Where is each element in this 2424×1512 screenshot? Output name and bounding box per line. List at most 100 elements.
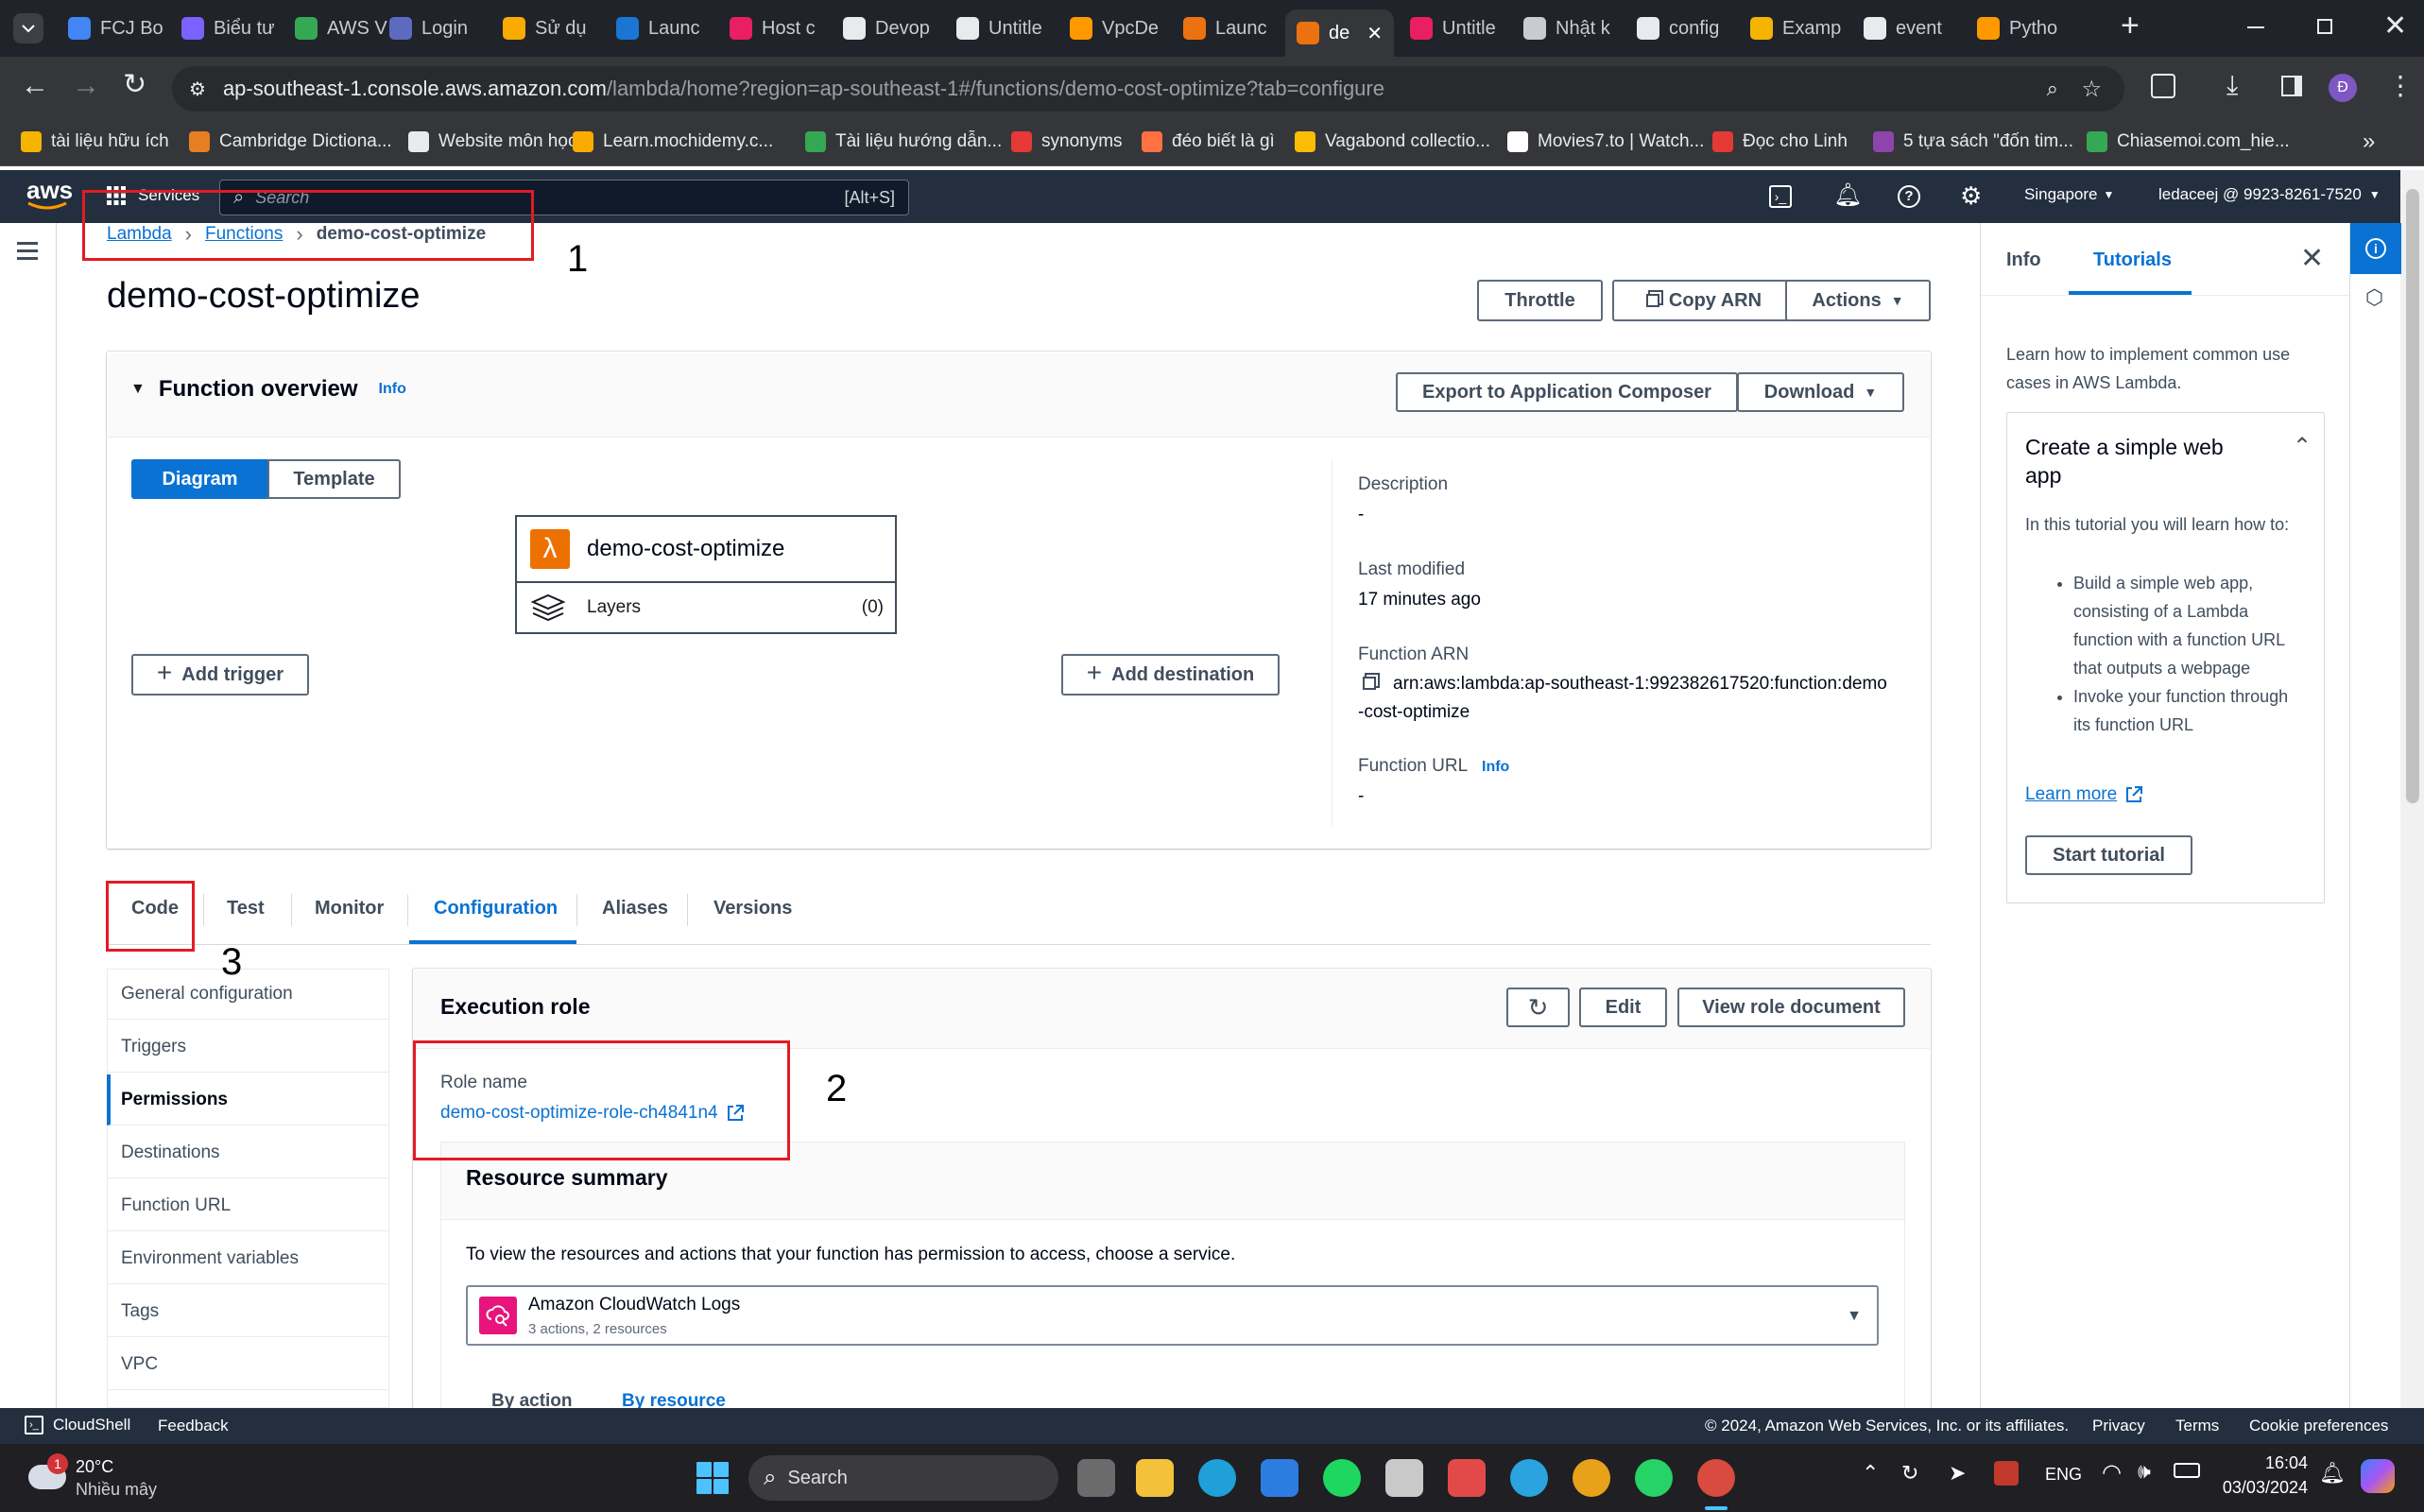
- reader-icon[interactable]: [1385, 1459, 1423, 1497]
- browser-tab[interactable]: Host c: [718, 9, 827, 47]
- info-rail-button[interactable]: i: [2350, 223, 2401, 274]
- download-button[interactable]: Download ▼: [1737, 372, 1904, 412]
- bookmark-item[interactable]: tài liệu hữu ích: [21, 131, 169, 152]
- overview-heading[interactable]: ▼ Function overview Info: [130, 376, 406, 403]
- browser-tab[interactable]: Launc: [605, 9, 713, 47]
- store-icon[interactable]: [1261, 1459, 1298, 1497]
- taskbar-search[interactable]: ⌕ Search: [748, 1455, 1058, 1501]
- address-bar[interactable]: ⚙ ap-southeast-1.console.aws.amazon.com/…: [172, 66, 2124, 112]
- more-bookmarks-icon[interactable]: »: [2363, 129, 2375, 155]
- scrollbar-thumb[interactable]: [2406, 189, 2419, 803]
- close-tab-icon[interactable]: ✕: [1367, 22, 1383, 45]
- downloads-icon[interactable]: ⤓: [2226, 70, 2238, 101]
- config-nav-item[interactable]: Destinations: [107, 1127, 388, 1178]
- browser-tab[interactable]: Examp: [1739, 9, 1848, 47]
- notification-bell-icon[interactable]: 🔔︎: [2319, 1461, 2346, 1486]
- help-close-icon[interactable]: ✕: [2300, 242, 2324, 275]
- wifi-icon[interactable]: ◠: [2102, 1459, 2122, 1486]
- bookmark-item[interactable]: synonyms: [1011, 131, 1123, 152]
- help-tab-tutorials[interactable]: Tutorials: [2093, 249, 2172, 271]
- browser-menu-icon[interactable]: ⋮: [2387, 70, 2414, 101]
- browser-tab[interactable]: Devop: [832, 9, 940, 47]
- close-window-button[interactable]: ✕: [2383, 9, 2407, 43]
- config-nav-item[interactable]: Tags: [107, 1286, 388, 1337]
- tab-configuration[interactable]: Configuration: [434, 898, 558, 919]
- minimize-button[interactable]: [2247, 26, 2264, 28]
- copy-arn-button[interactable]: Copy ARN: [1612, 280, 1796, 321]
- bookmark-item[interactable]: Learn.mochidemy.c...: [573, 131, 773, 152]
- tray-sync-icon[interactable]: ↻: [1901, 1461, 1918, 1486]
- browser-tab[interactable]: Sử dụ: [491, 9, 600, 47]
- tab-test[interactable]: Test: [227, 898, 265, 919]
- task-view-icon[interactable]: [1077, 1459, 1115, 1497]
- tab-monitor[interactable]: Monitor: [315, 898, 384, 919]
- export-composer-button[interactable]: Export to Application Composer: [1396, 372, 1738, 412]
- hexagon-icon[interactable]: ⬡: [2365, 285, 2383, 310]
- site-info-icon[interactable]: ⚙: [189, 77, 206, 101]
- bookmark-star-icon[interactable]: ☆: [2081, 76, 2102, 103]
- battery-icon[interactable]: [2174, 1463, 2200, 1478]
- volume-icon[interactable]: 🕪︎: [2138, 1459, 2151, 1484]
- cloudshell-icon[interactable]: ›_: [1769, 185, 1792, 208]
- settings-gear-icon[interactable]: ⚙: [1960, 181, 1982, 211]
- bookmark-item[interactable]: Website môn học: [408, 131, 576, 152]
- template-toggle[interactable]: Template: [267, 459, 401, 499]
- browser-tab[interactable]: Launc: [1172, 9, 1281, 47]
- edge-icon[interactable]: [1198, 1459, 1236, 1497]
- extensions-icon[interactable]: [2151, 74, 2175, 98]
- bookmark-item[interactable]: Chiasemoi.com_hie...: [2087, 131, 2290, 152]
- browser-tab[interactable]: event: [1852, 9, 1961, 47]
- throttle-button[interactable]: Throttle: [1477, 280, 1603, 321]
- aws-logo[interactable]: aws: [26, 176, 73, 211]
- browser-tab[interactable]: Untitle: [1399, 9, 1507, 47]
- browser-tab[interactable]: Login: [378, 9, 487, 47]
- spotify-icon[interactable]: [1323, 1459, 1361, 1497]
- copilot-icon[interactable]: [2361, 1459, 2395, 1493]
- start-tutorial-button[interactable]: Start tutorial: [2025, 835, 2192, 875]
- weather-widget[interactable]: 1 20°C Nhiều mây: [28, 1453, 170, 1503]
- config-nav-item[interactable]: VPC: [107, 1339, 388, 1390]
- browser-tab[interactable]: Nhật k: [1512, 9, 1621, 47]
- overview-info-link[interactable]: Info: [379, 381, 406, 398]
- forward-icon[interactable]: →: [72, 70, 100, 102]
- service-select[interactable]: Amazon CloudWatch Logs 3 actions, 2 reso…: [466, 1285, 1879, 1346]
- config-nav-item[interactable]: Environment variables: [107, 1233, 388, 1284]
- side-panel-icon[interactable]: [2281, 76, 2302, 96]
- language-indicator[interactable]: ENG: [2045, 1465, 2082, 1485]
- browser-tab[interactable]: FCJ Bo: [57, 9, 165, 47]
- browser-tab[interactable]: config: [1625, 9, 1734, 47]
- profile-avatar[interactable]: Đ: [2329, 74, 2357, 102]
- config-nav-item[interactable]: General configuration: [107, 969, 388, 1020]
- cloudshell-footer-link[interactable]: ›_ CloudShell: [25, 1416, 130, 1435]
- add-trigger-button[interactable]: + Add trigger: [131, 654, 309, 696]
- tab-versions[interactable]: Versions: [713, 898, 792, 919]
- tray-telegram-icon[interactable]: ➤: [1949, 1461, 1966, 1486]
- edit-role-button[interactable]: Edit: [1579, 988, 1667, 1027]
- chrome-icon[interactable]: [1573, 1459, 1610, 1497]
- copy-arn-icon[interactable]: [1363, 677, 1376, 690]
- browser-tab[interactable]: VpcDe: [1058, 9, 1167, 47]
- help-tab-info[interactable]: Info: [2006, 249, 2041, 271]
- bookmark-item[interactable]: Đọc cho Linh: [1712, 131, 1848, 152]
- tab-search-button[interactable]: [13, 13, 43, 43]
- region-selector[interactable]: Singapore ▼: [2024, 185, 2114, 204]
- bookmark-item[interactable]: Vagabond collectio...: [1295, 131, 1490, 152]
- telegram-icon[interactable]: [1510, 1459, 1548, 1497]
- browser-tab[interactable]: AWS V: [284, 9, 392, 47]
- bookmark-item[interactable]: Movies7.to | Watch...: [1507, 131, 1704, 152]
- config-nav-item[interactable]: Function URL: [107, 1180, 388, 1231]
- function-url-info-link[interactable]: Info: [1482, 759, 1509, 776]
- tray-vivaldi-icon[interactable]: [1994, 1461, 2019, 1486]
- view-role-document-button[interactable]: View role document: [1677, 988, 1905, 1027]
- browser-tab[interactable]: Untitle: [945, 9, 1054, 47]
- bookmark-item[interactable]: Tài liệu hướng dẫn...: [805, 131, 1002, 152]
- config-nav-item[interactable]: Triggers: [107, 1022, 388, 1073]
- add-destination-button[interactable]: + Add destination: [1061, 654, 1280, 696]
- maximize-button[interactable]: [2317, 19, 2332, 34]
- bookmark-item[interactable]: đéo biết là gì: [1142, 131, 1275, 152]
- browser-tab[interactable]: Biểu tư: [170, 9, 279, 47]
- account-menu[interactable]: ledaceej @ 9923-8261-7520 ▼: [2158, 185, 2381, 204]
- chevron-up-icon[interactable]: ⌃: [2293, 433, 2312, 460]
- tab-aliases[interactable]: Aliases: [602, 898, 668, 919]
- chrome-profile-icon[interactable]: [1697, 1459, 1735, 1497]
